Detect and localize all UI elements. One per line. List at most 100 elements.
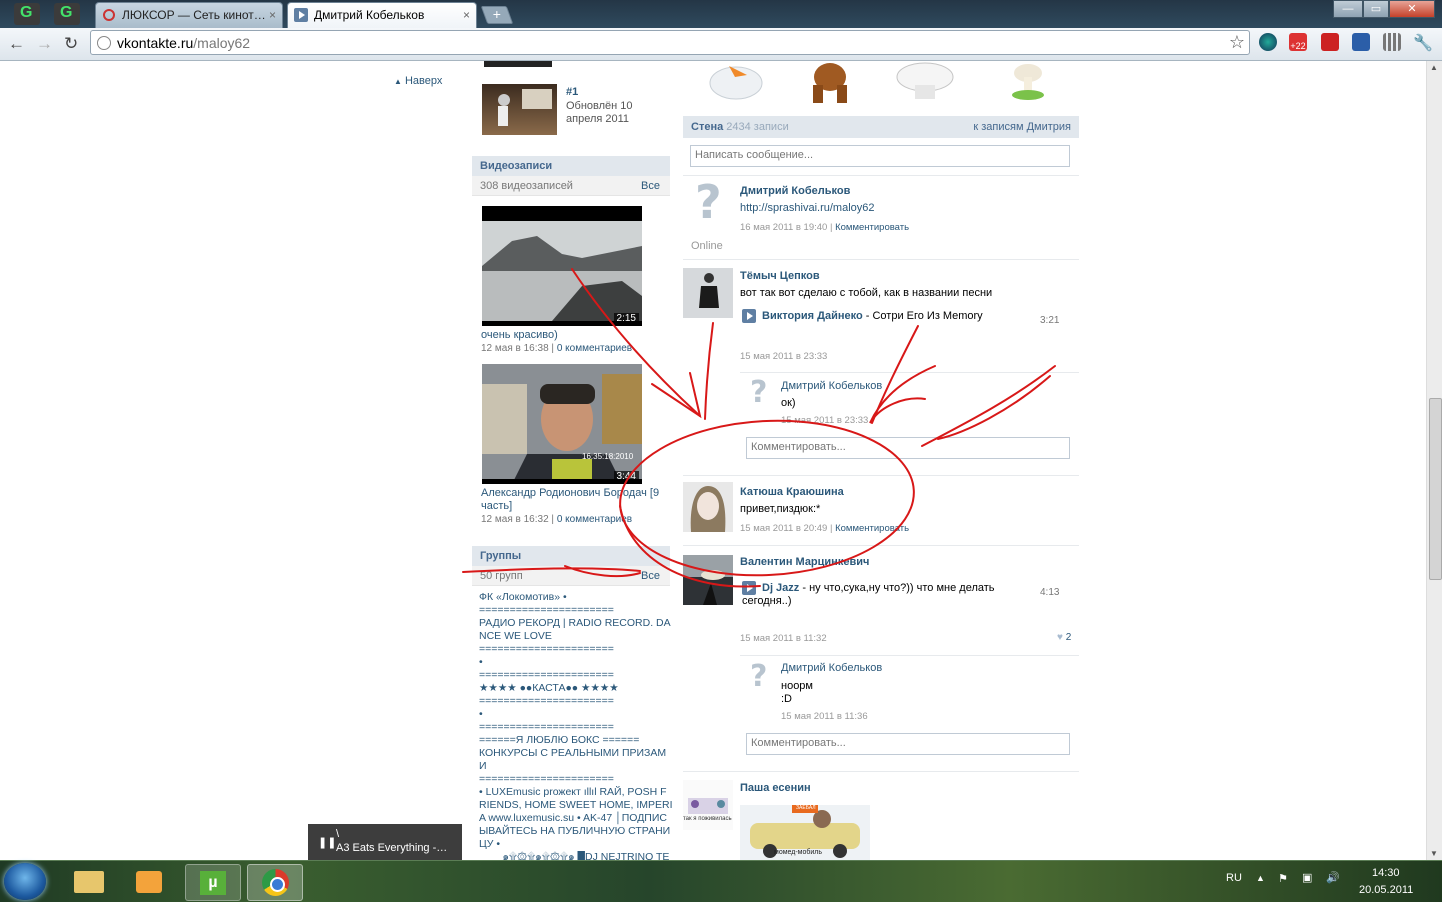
wall-compose-input[interactable]: Написать сообщение... [690,145,1070,167]
post-author[interactable]: Дмитрий Кобельков [740,185,850,197]
group-link[interactable]: • [479,708,673,721]
back-arrow-icon[interactable]: ← [8,34,25,54]
apps-grid-icon[interactable] [1383,33,1401,51]
group-link[interactable]: • LUXEmusic рrожект ıllıl RAЙ, POSH FRIE… [479,786,673,851]
extension-circle-icon[interactable] [1259,33,1277,51]
post-author[interactable]: Валентин Марцинкевич [740,556,869,568]
tray-arrow-icon[interactable]: ▲ [1256,873,1265,883]
clock-date[interactable]: 20.05.2011 [1359,884,1413,896]
media-player-icon[interactable] [122,864,176,899]
album-thumb[interactable] [482,84,557,135]
group-link[interactable]: ★★★★ ●●КАСТА●● ★★★★ [479,682,673,695]
tab-dmitry[interactable]: Дмитрий Кобельков × [287,2,477,28]
post-image[interactable]: ЗАЕБАЛ момед-мобиль [740,805,870,860]
page-scrollbar[interactable]: ▲ ▼ [1426,61,1442,860]
group-link[interactable]: ====================== [479,604,673,617]
group-link[interactable]: ====================== [479,695,673,708]
language-indicator[interactable]: RU [1226,872,1242,884]
video-title[interactable]: Александр Родионович Бородач [9 часть] [481,487,666,513]
now-playing-toast[interactable]: ❚❚ \ A3 Eats Everything -… [308,824,462,860]
bookmark-star-icon[interactable]: ☆ [1229,32,1245,53]
video-comments-link[interactable]: 0 комментариев [557,343,632,354]
video-thumb[interactable]: 2:15 [482,206,642,326]
download-icon[interactable] [1352,33,1370,51]
group-link[interactable]: ======Я ЛЮБЛЮ БОКС ====== [479,734,673,747]
chrome-icon[interactable] [247,864,303,901]
audio-track[interactable]: Виктория Дайнеко - Сотри Его Из Memory [742,309,983,323]
group-link[interactable]: РАДИО РЕКОРД | RADIO RECORD. DANCE WE LO… [479,617,673,643]
gift-bear-icon[interactable] [805,61,855,105]
video-thumb[interactable]: 16:35:18:2010 3:44 [482,364,642,484]
audio-artist[interactable]: Dj Jazz [762,582,799,594]
pause-icon[interactable]: ❚❚ [318,836,336,849]
group-link[interactable]: • [479,656,673,669]
gift-toilet-icon[interactable] [895,61,955,101]
wrench-icon[interactable]: 🔧 [1413,33,1433,52]
tab-close-icon[interactable]: × [269,8,276,22]
audio-artist[interactable]: Виктория Дайнеко [762,310,863,322]
question-mark-icon[interactable]: ? [750,659,767,694]
to-top-link[interactable]: ▲ Наверх [394,75,442,87]
forward-arrow-icon[interactable]: → [36,34,53,54]
audio-track[interactable]: Dj Jazz - ну что,сука,ну что?)) что мне … [742,581,1032,608]
utorrent-icon[interactable]: µ [185,864,241,901]
network-icon[interactable]: ▣ [1302,871,1312,884]
comment-link[interactable]: Комментировать [835,222,909,233]
question-mark-icon[interactable]: ? [750,375,767,410]
tab-close-icon[interactable]: × [463,8,470,22]
play-icon[interactable] [742,309,756,323]
to-posts-link[interactable]: к записям Дмитрия [973,121,1071,133]
group-link[interactable]: ====================== [479,669,673,682]
group-link[interactable]: КОНКУРСЫ С РЕАЛЬНЫМИ ПРИЗАМИ [479,747,673,773]
group-link[interactable]: ====================== [479,721,673,734]
reload-icon[interactable]: ↻ [64,34,78,54]
scrollbar-thumb[interactable] [1429,398,1442,580]
gift-snowman-icon[interactable] [705,61,767,101]
new-tab-button[interactable]: + [480,6,514,24]
group-link[interactable]: ====================== [479,643,673,656]
youtube-icon[interactable] [1321,33,1339,51]
videos-all-link[interactable]: Все [641,180,660,192]
clock-time[interactable]: 14:30 [1372,867,1400,879]
post-author[interactable]: Паша есенин [740,782,811,794]
wall-title[interactable]: Стена 2434 записи [691,121,789,133]
app-g-icon[interactable] [14,3,40,25]
avatar[interactable] [683,482,733,532]
album-title[interactable]: #1 [566,86,578,98]
group-link[interactable]: ФК «Локомотив» • [479,591,673,604]
start-windows-icon[interactable] [4,863,46,900]
close-window-button[interactable]: ✕ [1389,0,1435,18]
reply-author[interactable]: Дмитрий Кобельков [781,662,882,674]
likes[interactable]: ♥ 2 [1057,632,1071,643]
group-link[interactable]: ____๑۩۞۩๑۩۞۩๑ █DJ NEJTRINO TEAM█๑۩۞۩๑۩۞۩… [479,851,673,860]
app-g-icon[interactable] [54,3,80,25]
avatar[interactable]: ? [683,181,733,231]
group-link[interactable]: ====================== [479,773,673,786]
groups-all-link[interactable]: Все [641,570,660,582]
avatar[interactable] [683,555,733,605]
scroll-up-icon[interactable]: ▲ [1430,63,1438,72]
video-comments-link[interactable]: 0 комментариев [557,514,632,525]
play-icon[interactable] [742,581,756,595]
comment-input[interactable]: Комментировать... [746,733,1070,755]
groups-header[interactable]: Группы [472,546,670,566]
volume-icon[interactable]: 🔊 [1326,871,1340,884]
address-bar[interactable]: vkontakte.ru/maloy62 ☆ [90,30,1250,55]
videos-header[interactable]: Видеозаписи [472,156,670,176]
album-thumb-cut[interactable] [484,61,552,67]
scroll-down-icon[interactable]: ▼ [1430,849,1438,858]
maximize-button[interactable]: ▭ [1363,0,1389,18]
avatar[interactable] [683,268,733,318]
reply-author[interactable]: Дмитрий Кобельков [781,380,882,392]
avatar[interactable]: так я поживилась [683,780,733,830]
extension-badge-icon[interactable]: +22 [1289,33,1307,51]
tray-flag-icon[interactable]: ⚑ [1278,872,1288,885]
video-title[interactable]: очень красиво) [481,329,558,341]
minimize-button[interactable]: — [1333,0,1363,18]
post-author[interactable]: Катюша Краюшина [740,486,844,498]
gift-mushroom-icon[interactable] [1008,61,1048,101]
post-link[interactable]: http://sprashivai.ru/maloy62 [740,202,875,214]
tab-luxor[interactable]: ЛЮКСОР — Сеть кинот… × [95,2,283,28]
comment-input[interactable]: Комментировать... [746,437,1070,459]
comment-link[interactable]: Комментировать [835,523,909,534]
